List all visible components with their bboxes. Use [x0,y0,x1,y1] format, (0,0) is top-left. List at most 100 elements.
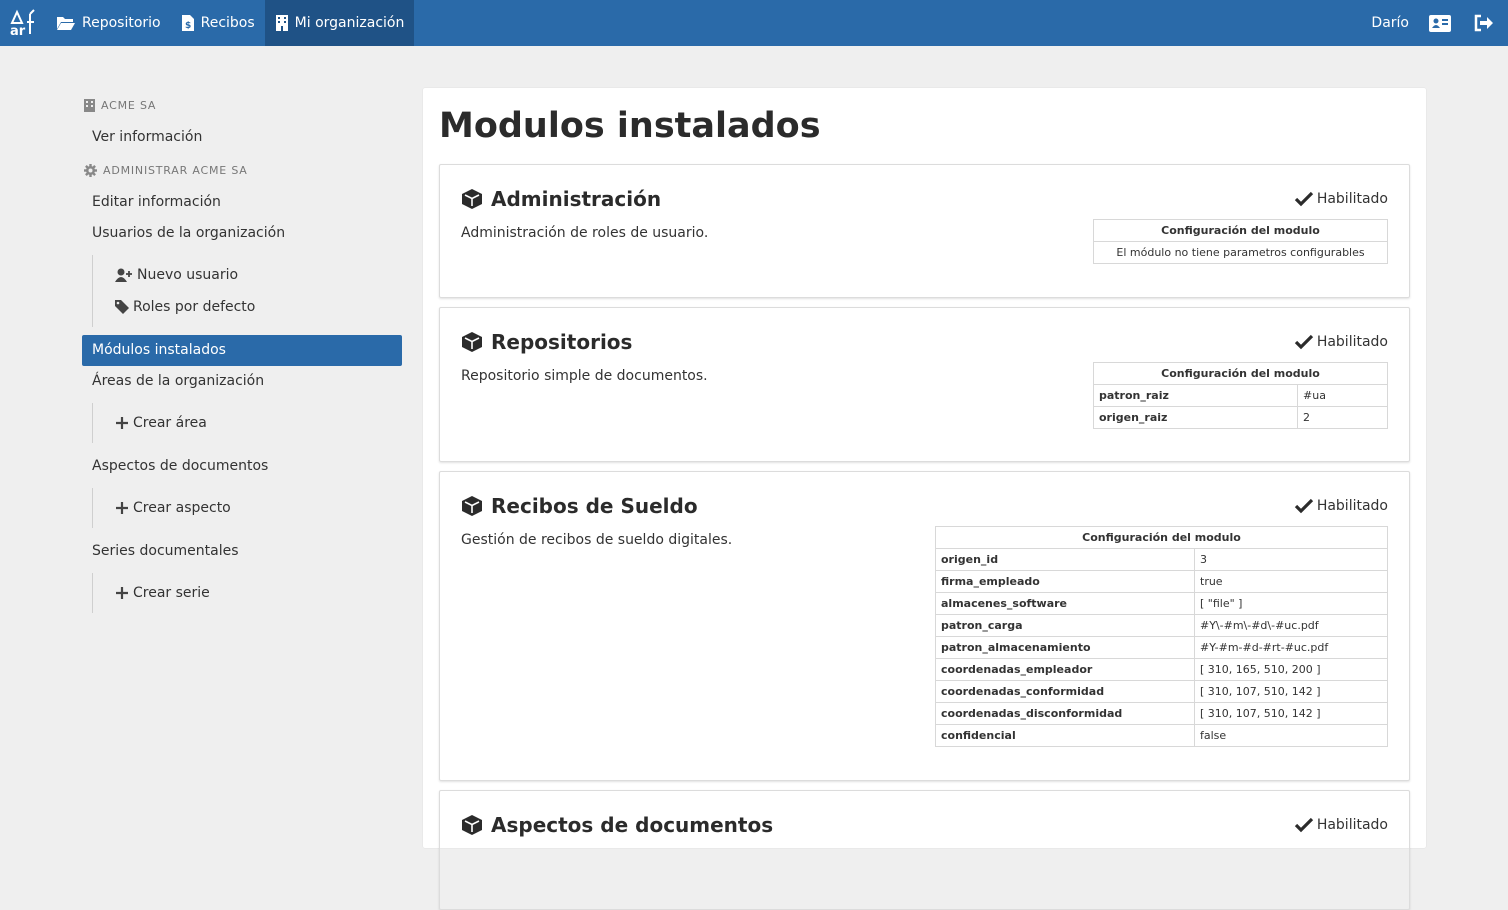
config-key: patron_carga [935,614,1195,637]
config-key: coordenadas_disconformidad [935,702,1195,725]
gear-icon [84,163,97,177]
config-row: origen_id 3 [935,548,1388,571]
user-name[interactable]: Darío [1371,15,1409,31]
sidebar-admin-header: ADMINISTRAR ACME SA [82,153,402,187]
config-key: origen_id [935,548,1195,571]
svg-text:ar: ar [10,24,26,38]
sidebar-item-series[interactable]: Series documentales [82,536,402,567]
config-value: false [1194,724,1388,747]
config-key: origen_raiz [1093,406,1298,429]
config-row: origen_raiz 2 [1093,406,1388,429]
module-card: Recibos de Sueldo Habilitado Gestión de … [439,471,1410,781]
check-icon [1294,817,1313,833]
config-value: true [1194,570,1388,593]
sign-out-icon [1474,14,1493,32]
module-title: Administración [461,187,661,211]
config-key: patron_raiz [1093,384,1298,407]
module-config-table: Configuración del modulo patron_raiz #ua… [1093,362,1388,429]
config-key: firma_empleado [935,570,1195,593]
config-value: [ 310, 107, 510, 142 ] [1194,680,1388,703]
nav-repositorio[interactable]: Repositorio [46,0,171,46]
nav-recibos-label: Recibos [200,15,255,31]
config-header: Configuración del modulo [1093,219,1388,242]
sidebar-item-crear-serie-label: Crear serie [133,585,210,601]
sidebar-areas-submenu: Crear área [92,403,402,443]
cube-icon [462,496,482,516]
config-empty-message: El módulo no tiene parametros configurab… [1093,241,1388,264]
nav-recibos[interactable]: $ Recibos [171,0,265,46]
module-card: Aspectos de documentos Habilitado [439,790,1410,910]
sidebar-item-ver-informacion[interactable]: Ver información [82,122,402,153]
sidebar-item-usuarios[interactable]: Usuarios de la organización [82,218,402,249]
receipt-file-icon: $ [181,15,194,31]
module-name: Aspectos de documentos [491,813,774,837]
profile-card-button[interactable] [1429,12,1451,34]
main-panel: Modulos instalados Administración Habili… [423,88,1426,910]
sidebar-item-modulos-instalados[interactable]: Módulos instalados [82,335,402,366]
app-logo[interactable]: ar [0,0,46,46]
module-description: Gestión de recibos de sueldo digitales. [461,532,733,548]
sidebar: ACME SA Ver información ADMINISTRAR ACME… [82,88,402,621]
check-icon [1294,498,1313,514]
page-title: Modulos instalados [439,106,821,146]
module-card: Administración Habilitado Administración… [439,164,1410,298]
plus-icon [116,587,128,599]
config-row: coordenadas_empleador[ 310, 165, 510, 20… [935,658,1388,681]
config-row: coordenadas_disconformidad[ 310, 107, 51… [935,702,1388,725]
sidebar-item-roles-por-defecto[interactable]: Roles por defecto [93,291,402,323]
config-value: #Y\-#m\-#d\-#uc.pdf [1194,614,1388,637]
sidebar-item-areas[interactable]: Áreas de la organización [82,366,402,397]
config-header: Configuración del modulo [935,526,1388,549]
module-status-label: Habilitado [1316,817,1388,833]
sidebar-item-editar-informacion[interactable]: Editar información [82,187,402,218]
sidebar-item-crear-area[interactable]: Crear área [93,407,402,439]
sidebar-item-aspectos[interactable]: Aspectos de documentos [82,451,402,482]
sidebar-admin-header-label: ADMINISTRAR ACME SA [103,163,248,177]
plus-icon [116,417,128,429]
module-status-label: Habilitado [1316,191,1388,207]
nav-repositorio-label: Repositorio [82,15,161,31]
logout-button[interactable] [1473,12,1495,34]
config-row: firma_empleado true [935,570,1388,593]
nav-mi-organizacion-label: Mi organización [294,15,405,31]
module-title: Aspectos de documentos [461,813,773,837]
config-key: coordenadas_conformidad [935,680,1195,703]
sidebar-item-crear-aspecto[interactable]: Crear aspecto [93,492,402,524]
user-plus-icon [115,268,132,282]
config-row: confidencial false [935,724,1388,747]
id-card-icon [1429,14,1451,32]
config-key: confidencial [935,724,1195,747]
config-row: almacenes_software[ "file" ] [935,592,1388,615]
plus-icon [116,502,128,514]
config-value: [ "file" ] [1194,592,1388,615]
module-name: Repositorios [491,330,633,354]
sidebar-usuarios-submenu: Nuevo usuario Roles por defecto [92,255,402,327]
config-row: coordenadas_conformidad[ 310, 107, 510, … [935,680,1388,703]
config-value: [ 310, 165, 510, 200 ] [1194,658,1388,681]
config-key: patron_almacenamiento [935,636,1195,659]
check-icon [1294,334,1313,350]
folder-open-icon [57,17,75,30]
svg-text:$: $ [185,21,191,31]
sidebar-item-crear-serie[interactable]: Crear serie [93,577,402,609]
nav-mi-organizacion[interactable]: Mi organización [264,0,415,46]
module-description: Repositorio simple de documentos. [461,368,708,384]
module-status-label: Habilitado [1316,498,1388,514]
building-icon [84,98,95,112]
sidebar-org-header: ACME SA [82,88,402,122]
sidebar-item-nuevo-usuario[interactable]: Nuevo usuario [93,259,402,291]
module-status-label: Habilitado [1316,334,1388,350]
config-key: coordenadas_empleador [935,658,1195,681]
module-name: Administración [491,187,662,211]
tag-icon [115,300,129,314]
cube-icon [462,815,482,835]
config-row: patron_almacenamiento #Y-#m-#d-#rt-#uc.pd… [935,636,1388,659]
top-navbar: ar Repositorio $ Recibos Mi organización… [0,0,1508,46]
module-config-table: Configuración del modulo El módulo no ti… [1093,219,1388,264]
module-description: Administración de roles de usuario. [461,225,709,241]
module-card: Repositorios Habilitado Repositorio simp… [439,307,1410,462]
config-value: #ua [1297,384,1388,407]
cube-icon [462,332,482,352]
module-status: Habilitado [1294,191,1388,207]
config-row: patron_carga #Y\-#m\-#d\-#uc.pdf [935,614,1388,637]
